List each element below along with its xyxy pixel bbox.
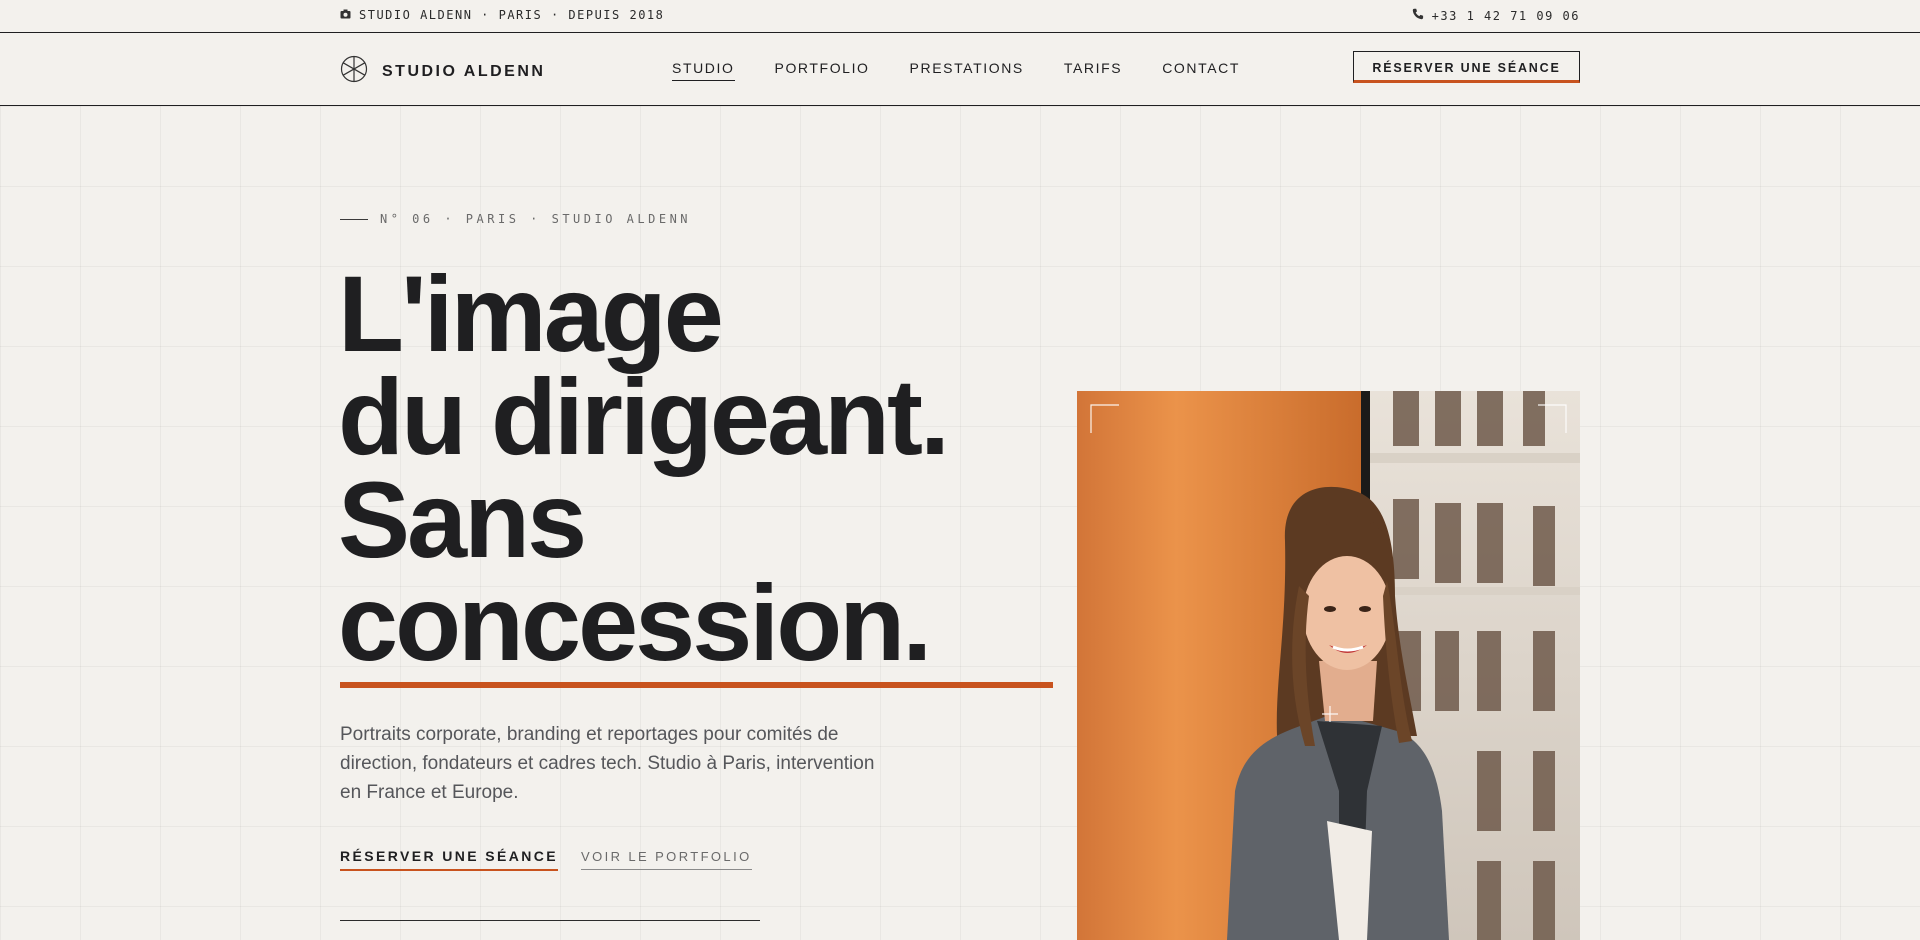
- studio-info-text: STUDIO ALDENN · PARIS · DEPUIS 2018: [359, 8, 665, 22]
- nav-item-tarifs[interactable]: TARIFS: [1064, 60, 1122, 81]
- headline-line-2: du dirigeant.: [338, 356, 950, 477]
- phone-number[interactable]: +33 1 42 71 09 06: [1432, 9, 1580, 23]
- headline-line-4: concession.: [338, 562, 932, 683]
- headline-line-3: Sans: [338, 459, 587, 580]
- hero-headline: L'image du dirigeant. Sans concession.: [338, 253, 950, 683]
- eyebrow-rule: [340, 218, 368, 220]
- camera-icon: [340, 8, 351, 22]
- hero-eyebrow: N° 06 · PARIS · STUDIO ALDENN: [340, 212, 691, 226]
- headline-accent-rule: [340, 682, 1053, 688]
- phone-info[interactable]: +33 1 42 71 09 06: [1412, 8, 1580, 23]
- nav-item-contact[interactable]: CONTACT: [1162, 60, 1240, 81]
- brand-name: STUDIO ALDENN: [382, 62, 546, 80]
- phone-icon: [1412, 8, 1424, 23]
- hero-description: Portraits corporate, branding et reporta…: [340, 724, 875, 803]
- background-grid: [0, 106, 1920, 940]
- hero-reserve-link[interactable]: RÉSERVER UNE SÉANCE: [340, 848, 559, 871]
- nav-item-portfolio[interactable]: PORTFOLIO: [775, 60, 870, 81]
- main-navigation: STUDIO ALDENN STUDIO PORTFOLIO PRESTATIO…: [0, 33, 1920, 106]
- section-divider: [340, 920, 760, 921]
- portfolio-link[interactable]: VOIR LE PORTFOLIO: [581, 849, 752, 870]
- aperture-icon: [340, 55, 368, 88]
- studio-info: STUDIO ALDENN · PARIS · DEPUIS 2018: [340, 8, 664, 22]
- reserve-session-button[interactable]: RÉSERVER UNE SÉANCE: [1353, 51, 1580, 83]
- headline-line-1: L'image: [338, 253, 724, 374]
- hero-portrait-photo: [1077, 391, 1580, 940]
- nav-item-prestations[interactable]: PRESTATIONS: [910, 60, 1024, 81]
- nav-item-studio[interactable]: STUDIO: [672, 60, 735, 81]
- top-info-bar: STUDIO ALDENN · PARIS · DEPUIS 2018 +33 …: [0, 0, 1920, 33]
- nav-menu: STUDIO PORTFOLIO PRESTATIONS TARIFS CONT…: [672, 60, 1280, 81]
- brand-logo[interactable]: STUDIO ALDENN: [340, 55, 545, 88]
- eyebrow-text: N° 06 · PARIS · STUDIO ALDENN: [380, 212, 692, 226]
